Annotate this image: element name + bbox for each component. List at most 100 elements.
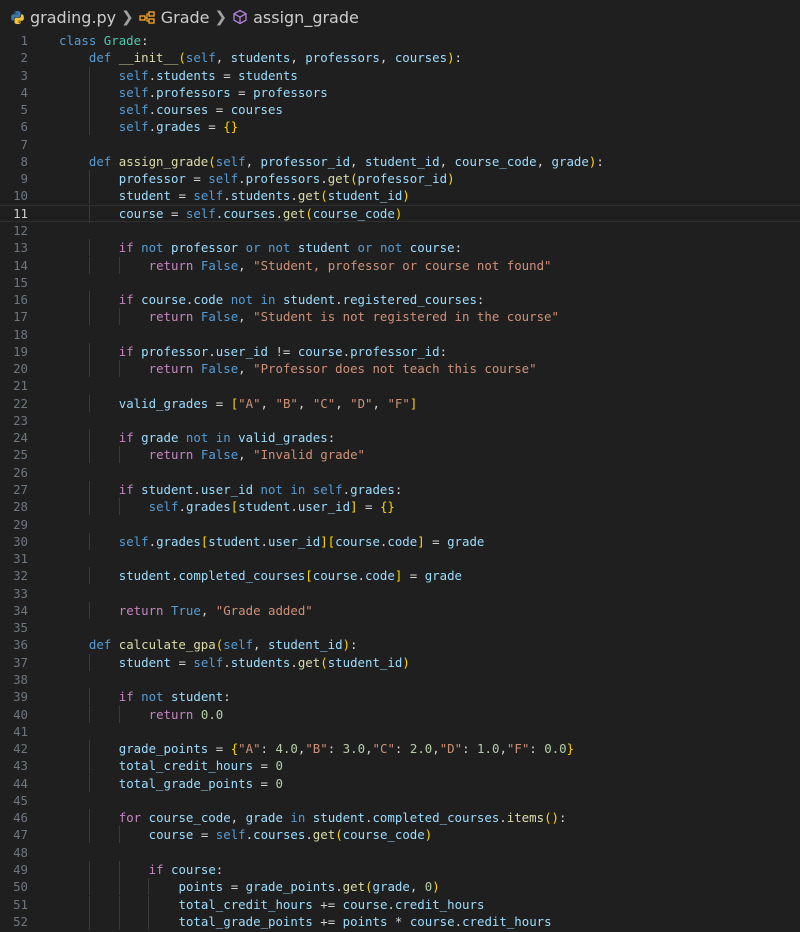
code-text: if student.user_id not in self.grades: <box>118 482 403 498</box>
code-line[interactable]: 35 <box>0 619 800 636</box>
code-text: valid_grades = ["A", "B", "C", "D", "F"] <box>118 395 418 411</box>
code-line[interactable]: 50 points = grade_points.get(grade, 0) <box>0 878 800 896</box>
code-line[interactable]: 18 <box>0 326 800 343</box>
code-text: if grade not in valid_grades: <box>118 430 336 446</box>
code-line[interactable]: 39 if not student: <box>0 688 800 706</box>
line-number: 8 <box>20 153 28 169</box>
line-number: 52 <box>13 913 28 929</box>
code-line[interactable]: 46 for course_code, grade in student.com… <box>0 809 800 827</box>
code-line[interactable]: 17 return False, "Student is not registe… <box>0 308 800 326</box>
code-line[interactable]: 6 self.grades = {} <box>0 118 800 136</box>
breadcrumb-method-label: assign_grade <box>253 7 359 27</box>
code-line[interactable]: 37 student = self.students.get(student_i… <box>0 653 800 671</box>
line-number: 48 <box>13 844 28 860</box>
line-number: 27 <box>13 482 28 498</box>
code-line[interactable]: 22 valid_grades = ["A", "B", "C", "D", "… <box>0 394 800 412</box>
code-text: self.students = students <box>118 67 298 83</box>
line-number: 50 <box>13 879 28 895</box>
code-line[interactable]: 49 if course: <box>0 860 800 878</box>
code-text: if not professor or not student or not c… <box>118 240 463 256</box>
code-line[interactable]: 31 <box>0 550 800 567</box>
code-line[interactable]: 34 return True, "Grade added" <box>0 601 800 619</box>
code-line[interactable]: 45 <box>0 792 800 809</box>
code-line[interactable]: 28 self.grades[student.user_id] = {} <box>0 498 800 516</box>
code-line[interactable]: 19 if professor.user_id != course.profes… <box>0 342 800 360</box>
code-line[interactable]: 24 if grade not in valid_grades: <box>0 429 800 447</box>
code-text: def calculate_gpa(self, student_id): <box>88 637 358 653</box>
line-number: 18 <box>13 326 28 342</box>
breadcrumb-file[interactable]: grading.py <box>10 8 116 27</box>
code-line[interactable]: 43 total_credit_hours = 0 <box>0 757 800 775</box>
code-line[interactable]: 15 <box>0 274 800 291</box>
code-line[interactable]: 23 <box>0 412 800 429</box>
code-text: self.grades[student.user_id][course.code… <box>118 533 485 549</box>
line-number: 42 <box>13 741 28 757</box>
line-number: 44 <box>13 775 28 791</box>
code-text: total_credit_hours = 0 <box>118 758 283 774</box>
code-line[interactable]: 26 <box>0 464 800 481</box>
code-line[interactable]: 4 self.professors = professors <box>0 83 800 101</box>
line-number: 41 <box>13 723 28 739</box>
code-text: return 0.0 <box>148 706 224 722</box>
code-line[interactable]: 29 <box>0 516 800 533</box>
line-number: 9 <box>20 171 28 187</box>
code-line[interactable]: 47 course = self.courses.get(course_code… <box>0 826 800 844</box>
code-line[interactable]: 42 grade_points = {"A": 4.0,"B": 3.0,"C"… <box>0 740 800 758</box>
code-text: self.grades[student.user_id] = {} <box>148 499 395 515</box>
line-number: 29 <box>13 516 28 532</box>
code-line[interactable]: 41 <box>0 723 800 740</box>
code-text: course = self.courses.get(course_code) <box>118 205 403 221</box>
line-number: 16 <box>13 292 28 308</box>
code-line[interactable]: 48 <box>0 844 800 861</box>
code-line[interactable]: 27 if student.user_id not in self.grades… <box>0 481 800 499</box>
code-line[interactable]: 3 self.students = students <box>0 66 800 84</box>
breadcrumb-method[interactable]: assign_grade <box>232 8 359 27</box>
code-line[interactable]: 33 <box>0 585 800 602</box>
line-number: 12 <box>13 222 28 238</box>
line-number: 51 <box>13 896 28 912</box>
line-number: 39 <box>13 689 28 705</box>
code-line[interactable]: 30 self.grades[student.user_id][course.c… <box>0 532 800 550</box>
chevron-right-icon: ❯ <box>121 8 134 26</box>
code-text: grade_points = {"A": 4.0,"B": 3.0,"C": 2… <box>118 741 575 757</box>
code-text: def assign_grade(self, professor_id, stu… <box>88 153 604 169</box>
code-line[interactable]: 7 <box>0 136 800 153</box>
code-text: if course: <box>148 861 224 877</box>
code-line[interactable]: 10 student = self.students.get(student_i… <box>0 187 800 205</box>
line-number: 43 <box>13 758 28 774</box>
code-line[interactable]: 36 def calculate_gpa(self, student_id): <box>0 636 800 653</box>
line-number: 11 <box>13 205 28 221</box>
line-number: 4 <box>20 84 28 100</box>
code-line[interactable]: 14 return False, "Student, professor or … <box>0 256 800 274</box>
code-line[interactable]: 9 professor = self.professors.get(profes… <box>0 170 800 188</box>
breadcrumb-class[interactable]: Grade <box>139 8 210 27</box>
code-editor[interactable]: 1 class Grade: 2 def __init__(self, studen… <box>0 30 800 932</box>
code-text: student.completed_courses[course.code] =… <box>118 568 462 584</box>
line-number: 19 <box>13 343 28 359</box>
code-text: return True, "Grade added" <box>118 602 313 618</box>
line-number: 26 <box>13 464 28 480</box>
code-line[interactable]: 11 course = self.courses.get(course_code… <box>0 204 800 223</box>
code-line[interactable]: 51 total_credit_hours += course.credit_h… <box>0 895 800 913</box>
code-line[interactable]: 25 return False, "Invalid grade" <box>0 446 800 464</box>
code-line[interactable]: 38 <box>0 671 800 688</box>
code-line[interactable]: 21 <box>0 377 800 394</box>
code-line[interactable]: 40 return 0.0 <box>0 705 800 723</box>
code-text: student = self.students.get(student_id) <box>118 188 410 204</box>
code-text: course = self.courses.get(course_code) <box>148 827 433 843</box>
code-line[interactable]: 1 class Grade: <box>0 32 800 49</box>
code-line[interactable]: 8 def assign_grade(self, professor_id, s… <box>0 153 800 170</box>
code-line[interactable]: 20 return False, "Professor does not tea… <box>0 360 800 378</box>
code-line[interactable]: 12 <box>0 222 800 239</box>
breadcrumb: grading.py ❯ Grade ❯ assign_grade <box>0 0 800 34</box>
code-line[interactable]: 16 if course.code not in student.registe… <box>0 291 800 309</box>
code-line[interactable]: 44 total_grade_points = 0 <box>0 774 800 792</box>
code-text: total_grade_points += points * course.cr… <box>178 913 552 929</box>
code-text: for course_code, grade in student.comple… <box>118 810 567 826</box>
code-line[interactable]: 52 total_grade_points += points * course… <box>0 912 800 930</box>
code-line[interactable]: 2 def __init__(self, students, professor… <box>0 49 800 66</box>
code-line[interactable]: 13 if not professor or not student or no… <box>0 239 800 257</box>
code-line[interactable]: 32 student.completed_courses[course.code… <box>0 567 800 585</box>
code-line[interactable]: 5 self.courses = courses <box>0 101 800 119</box>
line-number: 30 <box>13 533 28 549</box>
